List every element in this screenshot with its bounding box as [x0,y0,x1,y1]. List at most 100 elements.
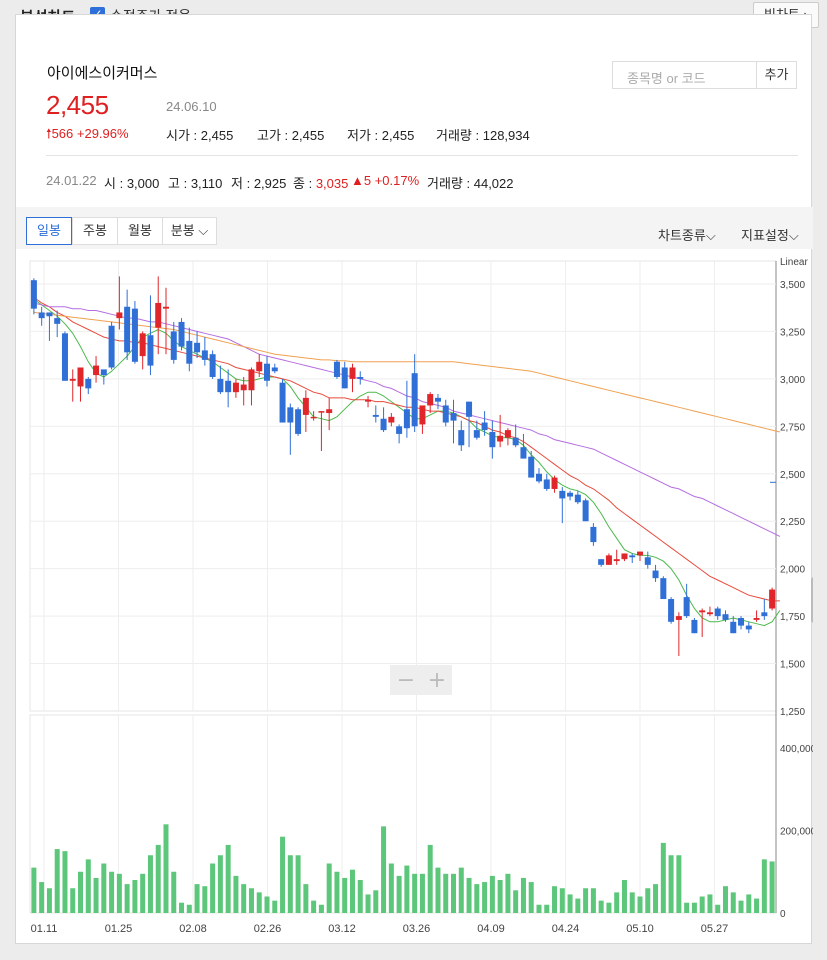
candle-body [730,621,737,634]
volume-tick-label: 200,000 [780,827,813,838]
candle-body [162,306,169,309]
volume-bar [202,886,208,913]
candle-body [295,409,302,434]
candle-body [396,426,403,434]
volume-bar [474,884,480,913]
volume-bar [256,892,262,913]
candle-body [100,369,107,376]
candle-body [341,367,348,389]
candle-body [124,306,131,353]
candle-body [349,367,356,379]
x-tick-label: 01.11 [31,923,58,935]
volume-bar [179,902,185,913]
candle-body [240,384,247,391]
volume-bar [443,873,449,913]
volume-bar [93,877,99,913]
zoom-in-button[interactable]: + [428,668,446,693]
volume-bar [621,880,627,913]
candle-body [217,378,224,393]
volume-bar [287,855,293,913]
volume-bar [660,842,666,913]
candle-body [466,401,473,417]
candle-body [528,456,535,478]
volume-bar [746,894,752,913]
x-tick-label: 04.09 [477,923,505,935]
volume-bar [280,836,286,913]
volume-bar [365,894,371,913]
candle-body [745,625,752,630]
volume-bar [248,888,254,913]
candle-body [652,570,659,579]
candle-body [77,367,84,387]
volume-bar [505,873,511,913]
candle-body [302,397,309,415]
candle-body [380,418,387,431]
candle-body [225,380,232,393]
candle-body [473,430,480,438]
volume-bar [715,904,721,913]
chart-panel: 아이에스이커머스 2,455 24.06.10 🠕566 +29.96% 시가 … [15,14,813,945]
volume-bar [684,902,690,913]
volume-bar [39,882,45,913]
volume-bar [536,904,542,913]
candle-body [442,405,449,423]
candle-body [450,413,457,421]
candle-body [582,500,589,522]
price-tick-label: 1,500 [780,660,805,671]
candle-body [706,612,713,615]
zoom-out-button[interactable]: − [397,668,415,693]
volume-bar [132,880,138,913]
stock-chart[interactable]: 01.11 01.25 02.08 02.26 03.12 03.26 04.09 04.24… [16,15,813,945]
volume-bar [606,902,612,913]
volume-bar [419,873,425,913]
volume-bar [552,886,558,913]
volume-bar [381,826,387,913]
candle-body [434,397,441,402]
candle-body [637,551,644,556]
candle-body [287,407,294,423]
side-panel-toggle[interactable] [811,577,813,623]
volume-bar [311,900,317,913]
candle-body [419,405,426,425]
candle-body [194,342,201,353]
candle-body [365,399,372,402]
volume-bar [489,875,495,913]
candle-body [660,578,667,600]
candle-body [512,437,519,446]
volume-bar [109,871,115,913]
candle-body [85,378,92,389]
candle-body [535,473,542,482]
price-tick-label: 3,250 [780,327,805,338]
candle-body [155,302,162,328]
volume-bar [761,859,767,913]
candle-body [551,477,558,489]
volume-bar [295,855,301,913]
candle-body [567,492,574,497]
candle-body [629,555,636,558]
x-tick-label: 01.25 [105,923,133,935]
volume-bar [482,882,488,913]
volume-bar [404,865,410,913]
volume-bar [62,851,68,913]
volume-bar [520,877,526,913]
candle-body [147,335,154,366]
volume-bar [54,849,60,913]
candle-body [714,608,721,617]
candle-body [691,619,698,634]
volume-bar [155,844,161,913]
volume-bar [70,888,76,913]
volume-bar [349,869,355,913]
volume-bar [373,890,379,913]
candle-body [504,430,511,438]
volume-bar [396,875,402,913]
volume-bar [629,892,635,913]
candle-body [46,312,53,317]
candle-body [497,435,504,442]
volume-bar [598,900,604,913]
volume-bar [676,855,682,913]
price-panel [29,260,777,712]
candle-body [357,376,364,379]
volume-bar [513,890,519,913]
volume-bar [147,855,153,913]
volume-bar [691,902,697,913]
